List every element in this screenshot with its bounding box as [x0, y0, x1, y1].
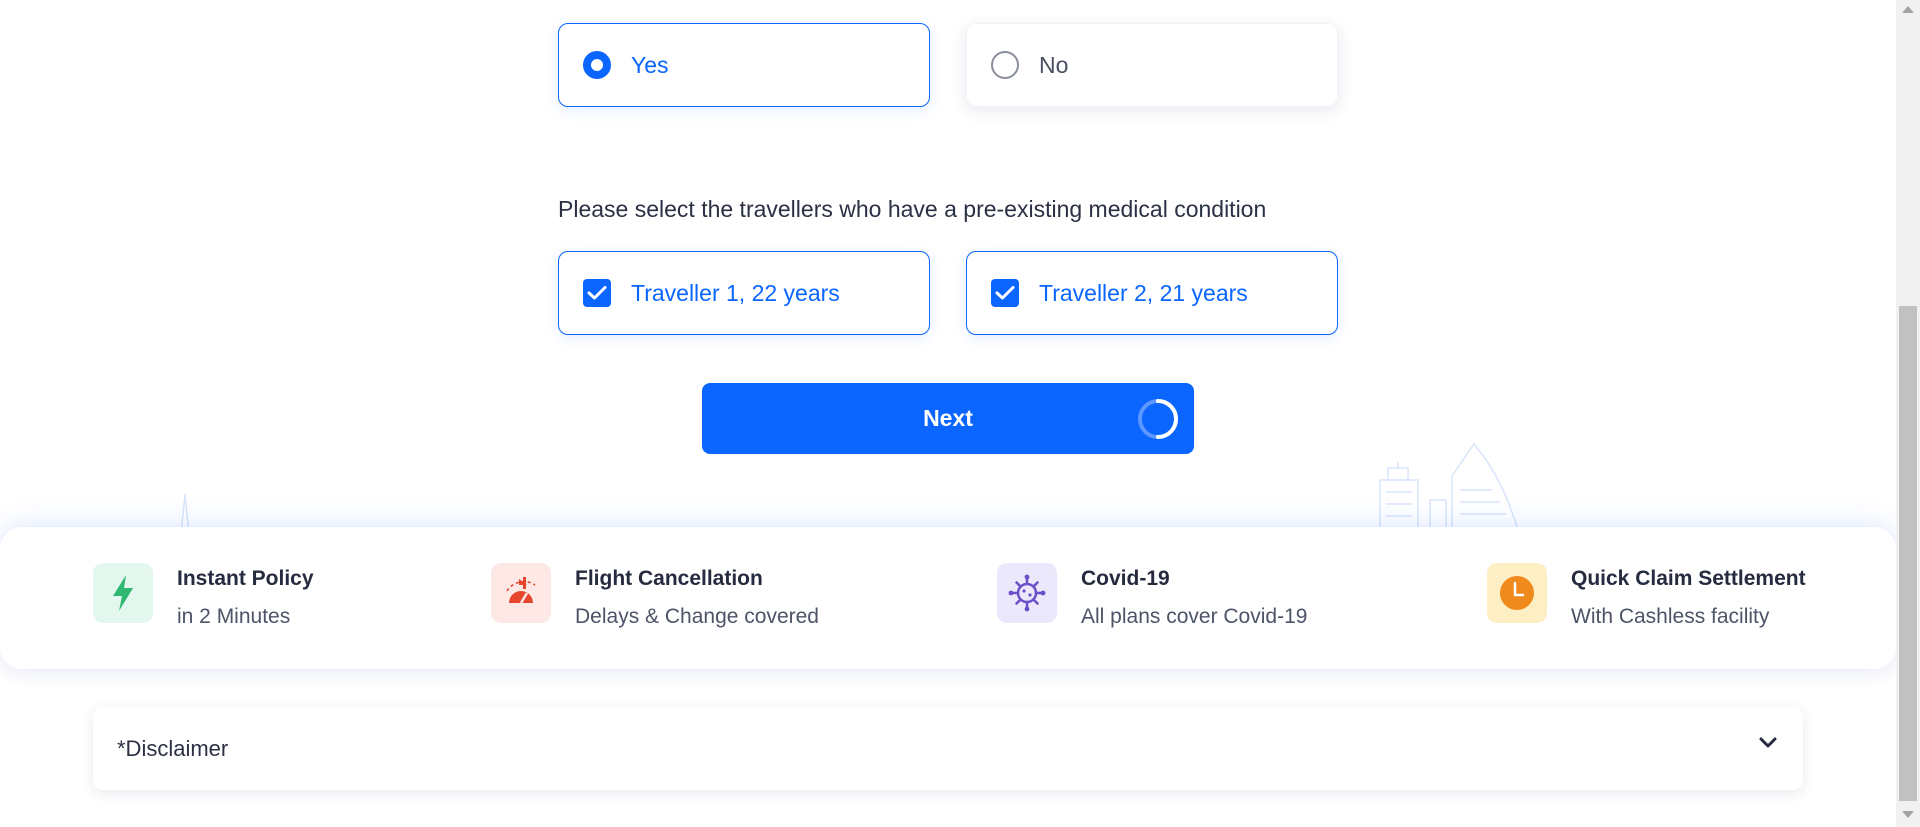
next-button[interactable]: Next	[702, 383, 1194, 454]
feature-instant-policy: Instant Policy in 2 Minutes	[93, 563, 314, 629]
option-yes-label: Yes	[631, 51, 669, 78]
checkbox-checked-icon[interactable]	[583, 279, 611, 307]
feature-title: Quick Claim Settlement	[1571, 567, 1806, 590]
disclaimer-label: *Disclaimer	[117, 735, 229, 761]
checkbox-checked-icon[interactable]	[991, 279, 1019, 307]
feature-covid: Covid-19 All plans cover Covid-19	[997, 563, 1307, 629]
chevron-down-icon[interactable]	[1759, 737, 1777, 749]
virus-icon	[997, 563, 1057, 623]
features-strip: Instant Policy in 2 Minutes Flight Cance…	[0, 527, 1896, 669]
scrollbar-thumb[interactable]	[1899, 306, 1917, 801]
next-button-label: Next	[923, 405, 973, 431]
feature-subtitle: Delays & Change covered	[575, 605, 819, 628]
radio-yes-selected[interactable]	[583, 51, 611, 79]
feature-subtitle: in 2 Minutes	[177, 605, 291, 628]
loading-spinner-icon	[1138, 399, 1179, 439]
feature-flight-cancellation: Flight Cancellation Delays & Change cove…	[491, 563, 819, 629]
option-yes[interactable]: Yes	[558, 23, 930, 107]
feature-subtitle: All plans cover Covid-19	[1081, 605, 1308, 628]
feature-title: Flight Cancellation	[575, 567, 763, 590]
feature-title: Covid-19	[1081, 567, 1170, 590]
flight-cancel-icon	[491, 563, 551, 623]
radio-no[interactable]	[991, 51, 1019, 79]
lightning-icon	[93, 563, 153, 623]
option-no-label: No	[1039, 51, 1069, 78]
feature-subtitle: With Cashless facility	[1571, 605, 1770, 628]
option-no[interactable]: No	[966, 23, 1338, 107]
traveller-2-option[interactable]: Traveller 2, 21 years	[966, 251, 1338, 335]
feature-quick-claim: Quick Claim Settlement With Cashless fac…	[1487, 563, 1806, 629]
vertical-scrollbar[interactable]	[1896, 0, 1920, 827]
traveller-1-option[interactable]: Traveller 1, 22 years	[558, 251, 930, 335]
clock-icon	[1487, 563, 1547, 623]
disclaimer-accordion[interactable]: *Disclaimer	[93, 707, 1803, 790]
page: Yes No Please select the travellers who …	[0, 0, 1896, 827]
scroll-up-arrow-icon[interactable]	[1902, 6, 1914, 13]
traveller-1-label: Traveller 1, 22 years	[631, 279, 840, 306]
scroll-down-arrow-icon[interactable]	[1902, 811, 1914, 818]
travellers-question: Please select the travellers who have a …	[558, 196, 1267, 222]
traveller-2-label: Traveller 2, 21 years	[1039, 279, 1248, 306]
feature-title: Instant Policy	[177, 567, 314, 590]
city-skyline-illustration	[1379, 442, 1519, 530]
